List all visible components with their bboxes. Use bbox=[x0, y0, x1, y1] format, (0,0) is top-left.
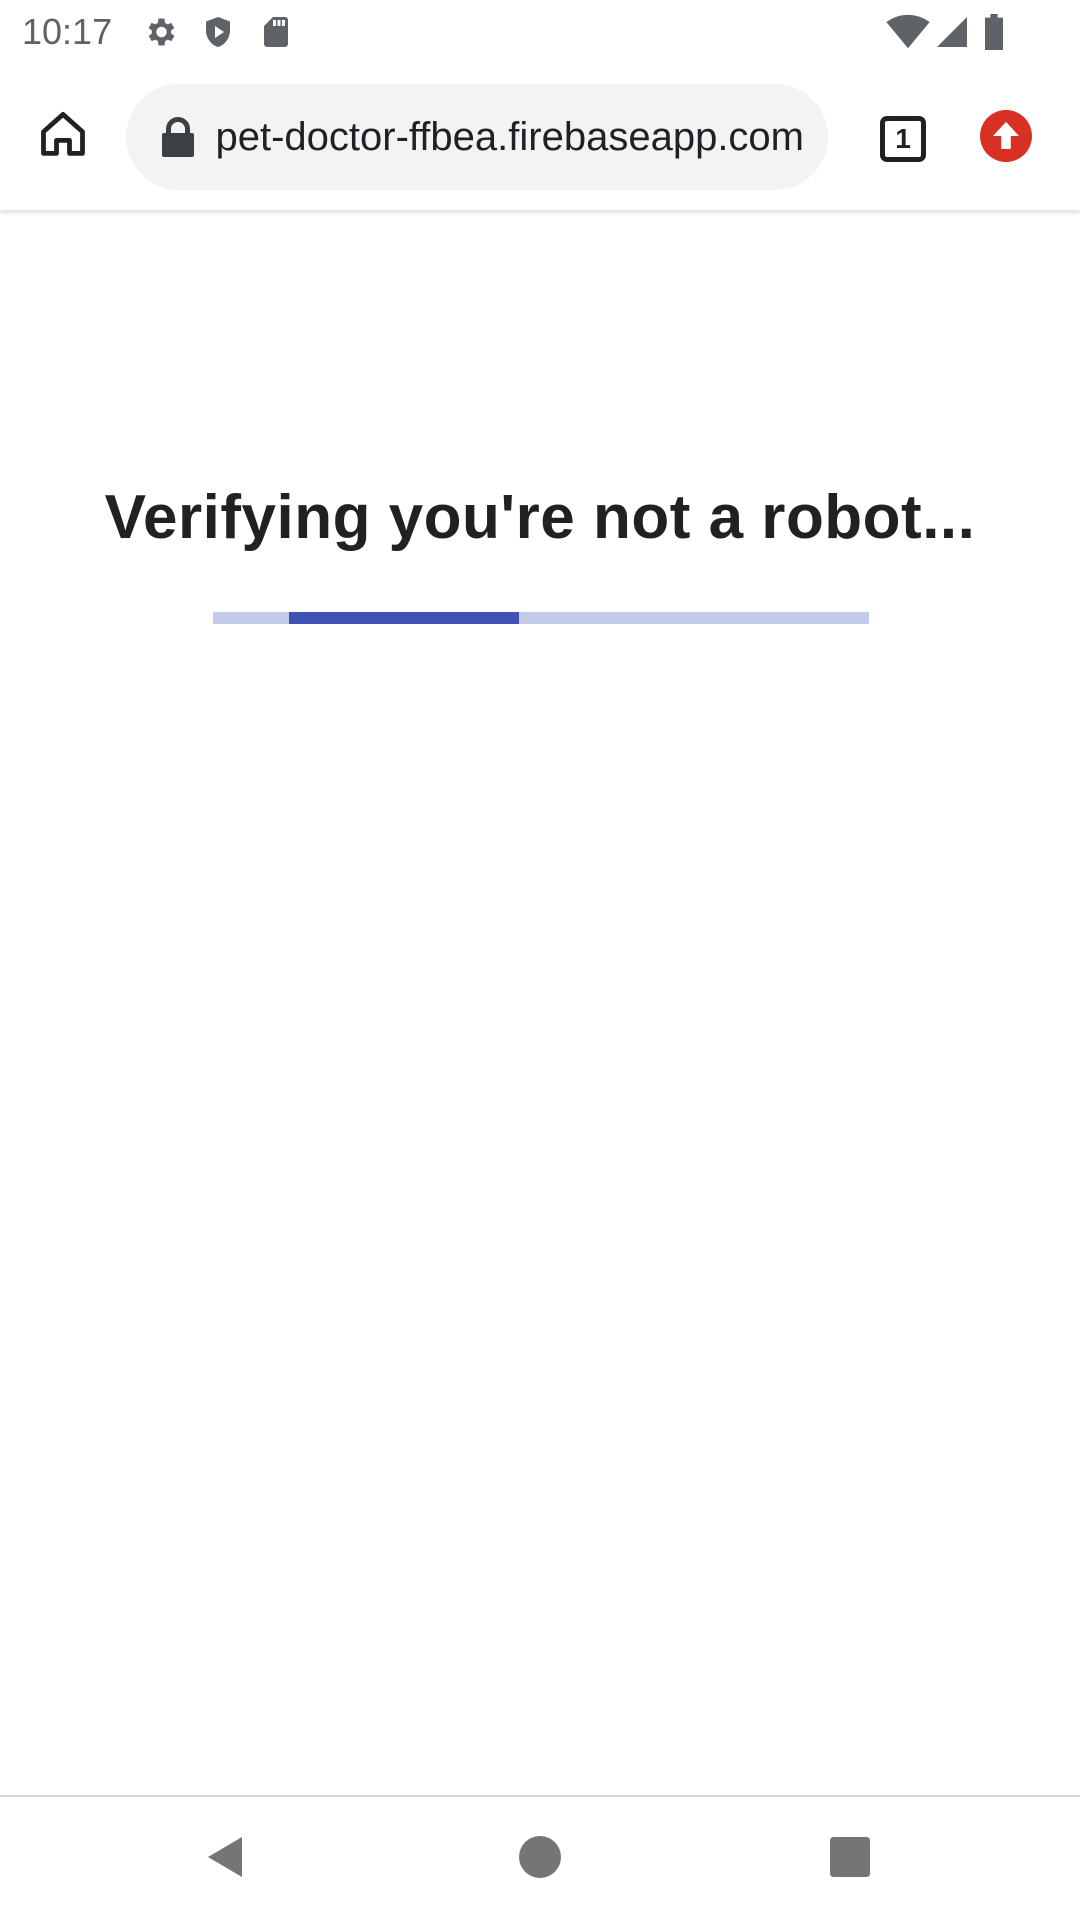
home-nav-button[interactable] bbox=[508, 1827, 572, 1891]
browser-toolbar: pet-doctor-ffbea.firebaseapp.com 1 bbox=[0, 66, 1080, 210]
system-navigation-bar bbox=[0, 1797, 1080, 1920]
url-text: pet-doctor-ffbea.firebaseapp.com bbox=[215, 115, 805, 159]
settings-icon bbox=[142, 14, 178, 50]
update-button[interactable] bbox=[980, 110, 1032, 162]
phone-screen: 10:17 pet-doctor-ffbea.firebaseapp.com 1… bbox=[0, 0, 1080, 1920]
recents-icon bbox=[830, 1836, 870, 1882]
sd-card-icon bbox=[258, 14, 294, 50]
recents-button[interactable] bbox=[818, 1827, 882, 1891]
shield-play-icon bbox=[200, 14, 236, 50]
address-bar[interactable]: pet-doctor-ffbea.firebaseapp.com bbox=[126, 84, 828, 190]
home-button[interactable] bbox=[28, 102, 98, 172]
verification-heading: Verifying you're not a robot... bbox=[104, 483, 976, 552]
home-circle-icon bbox=[519, 1835, 561, 1883]
cell-signal-icon bbox=[934, 14, 970, 50]
status-bar: 10:17 bbox=[0, 0, 1080, 66]
tab-switcher-button[interactable]: 1 bbox=[874, 110, 930, 166]
tab-switcher-icon: 1 bbox=[880, 116, 926, 162]
home-icon bbox=[37, 109, 89, 166]
battery-icon bbox=[982, 14, 1006, 50]
url-text-container: pet-doctor-ffbea.firebaseapp.com bbox=[214, 84, 805, 190]
wifi-icon bbox=[886, 14, 930, 50]
tab-count: 1 bbox=[895, 123, 911, 154]
lock-icon bbox=[160, 117, 196, 157]
page-content: Verifying you're not a robot... bbox=[0, 210, 1080, 1795]
status-time: 10:17 bbox=[22, 11, 113, 52]
progress-track bbox=[213, 612, 869, 624]
update-available-icon bbox=[980, 110, 1032, 166]
progress-indicator bbox=[289, 612, 519, 624]
back-icon bbox=[202, 1833, 250, 1886]
back-button[interactable] bbox=[194, 1827, 258, 1891]
